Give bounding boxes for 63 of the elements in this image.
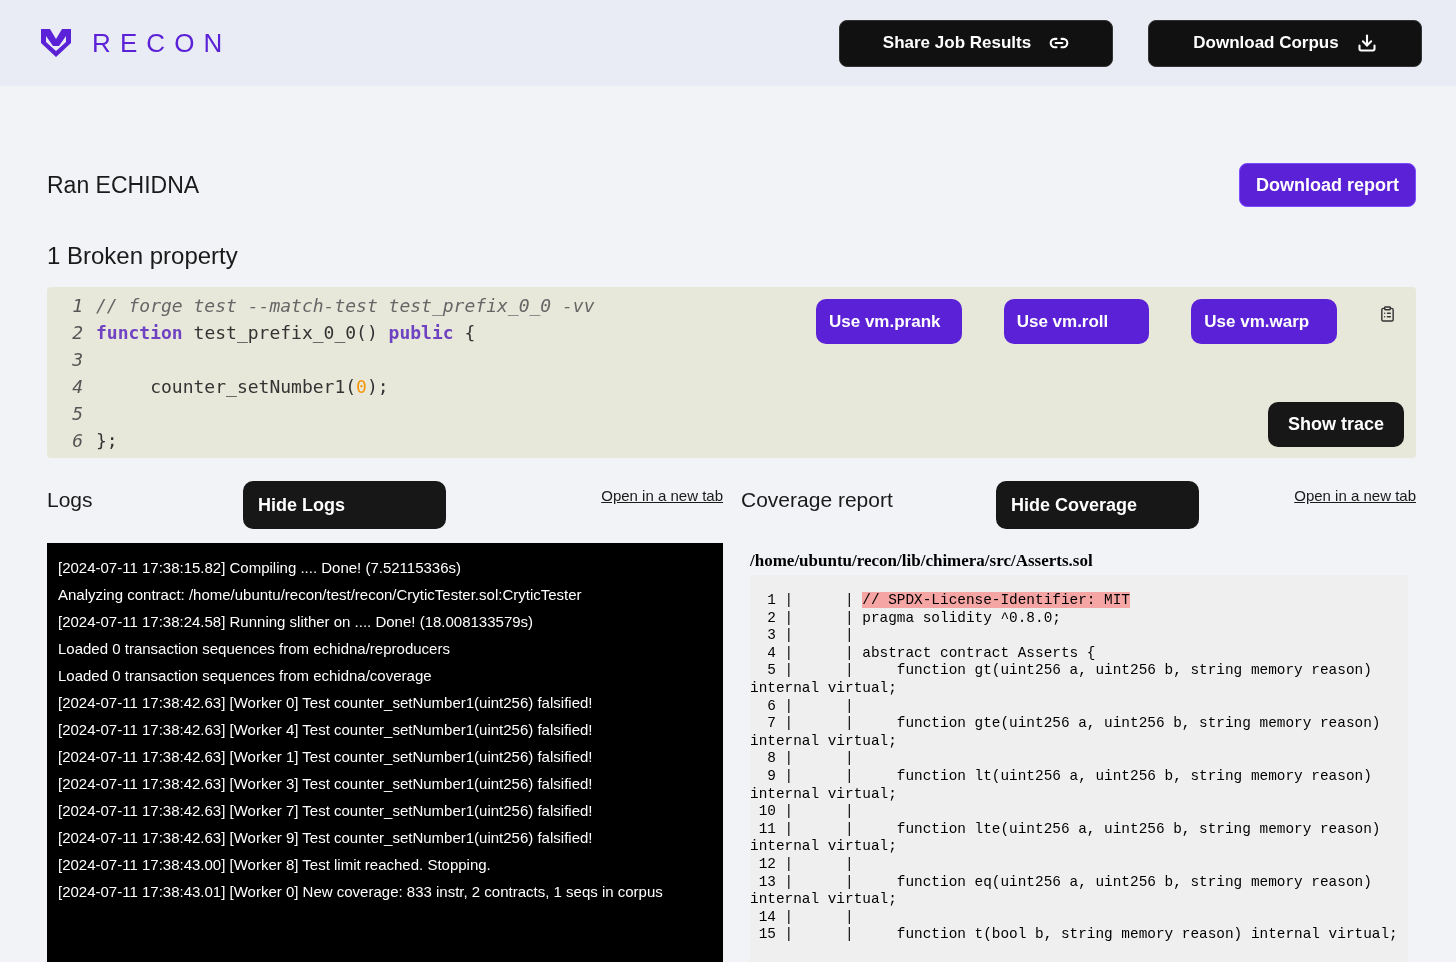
code-line: 7 | | function gte(uint256 a, uint256 b, string memory reason) internal virtual;	[750, 715, 1382, 751]
action-button[interactable]: Use vm.roll	[1003, 299, 1150, 344]
line-number: 5	[71, 402, 83, 426]
line-number: 2	[71, 321, 83, 345]
open-new-tab-link[interactable]: Open in a new tab	[601, 485, 723, 508]
code-token: test_prefix_0_0()	[192, 321, 379, 345]
download-report-button[interactable]: Download report	[1239, 163, 1416, 207]
log-line: [2024-07-11 17:38:43.01] [Worker 0] New coverage: 833 instr, 2 contracts, 1 seqs in corpus	[58, 882, 664, 902]
code-token: function	[96, 321, 183, 345]
code-token: };	[96, 429, 118, 453]
shield-logo-icon	[41, 29, 71, 57]
code-line: 2 | | pragma solidity ^0.8.0;	[766, 609, 1062, 628]
section-title: Coverage report	[741, 487, 894, 513]
line-number: 4	[71, 375, 83, 399]
code-token: {	[463, 321, 476, 345]
header-button[interactable]: Share Job Results	[839, 19, 1113, 67]
job-title: Ran ECHIDNA	[47, 170, 200, 200]
log-line: [2024-07-11 17:38:42.63] [Worker 7] Test counter_setNumber1(uint256) falsified!	[58, 801, 594, 821]
header-button[interactable]: Download Corpus	[1148, 19, 1422, 67]
log-line: [2024-07-11 17:38:42.63] [Worker 0] Test counter_setNumber1(uint256) falsified!	[58, 693, 594, 713]
code-line: 1 | | // SPDX-License-Identifier: MIT	[766, 592, 1131, 610]
log-line: [2024-07-11 17:38:42.63] [Worker 9] Test counter_setNumber1(uint256) falsified!	[58, 828, 594, 848]
log-line: Loaded 0 transaction sequences from echidna/reproducers	[58, 639, 451, 659]
line-number: 6	[71, 429, 83, 453]
code-token: // forge test --match-test test_prefix_0_0 -vv	[96, 294, 595, 318]
log-line: [2024-07-11 17:38:15.82] Compiling .... Done! (7.52115336s)	[58, 558, 463, 578]
code-token: counter_setNumber1(	[149, 375, 357, 399]
code-token: public	[388, 321, 454, 345]
code-token: );	[366, 375, 389, 399]
code-line: 5 | | function gt(uint256 a, uint256 b, string memory reason) internal virtual;	[750, 662, 1373, 698]
download-icon	[1356, 33, 1377, 53]
code-line: 10 | |	[757, 803, 855, 821]
code-line: 3 | |	[766, 627, 855, 645]
line-number: 1	[71, 294, 83, 318]
code-line: 9 | | function lt(uint256 a, uint256 b, string memory reason) internal virtual;	[750, 767, 1373, 804]
log-line: Loaded 0 transaction sequences from echidna/coverage	[58, 666, 433, 686]
open-new-tab-link[interactable]: Open in a new tab	[1294, 485, 1416, 508]
code-line: 6 | |	[766, 697, 855, 716]
log-line: [2024-07-11 17:38:43.00] [Worker 8] Test limit reached. Stopping.	[58, 855, 492, 875]
code-line: 13 | | function eq(uint256 a, uint256 b, string memory reason) internal virtual;	[750, 873, 1373, 909]
file-path: /home/ubuntu/recon/lib/chimera/src/Asserts.sol	[750, 551, 1094, 571]
clipboard-icon[interactable]	[1379, 305, 1396, 323]
line-number: 3	[71, 348, 83, 372]
log-line: Analyzing contract: /home/ubuntu/recon/test/recon/CryticTester.sol:CryticTester	[58, 585, 583, 605]
code-line: 11 | | function lte(uint256 a, uint256 b, string memory reason) internal virtual;	[750, 820, 1382, 856]
brand-name: RECON	[92, 26, 232, 60]
toggle-button[interactable]: Hide Logs	[243, 481, 446, 529]
log-line: [2024-07-11 17:38:42.63] [Worker 3] Test counter_setNumber1(uint256) falsified!	[58, 774, 594, 794]
log-line: [2024-07-11 17:38:24.58] Running slither on .... Done! (18.008133579s)	[58, 612, 535, 632]
action-button[interactable]: Use vm.warp	[1191, 299, 1337, 344]
action-button[interactable]: Use vm.prank	[816, 299, 962, 344]
log-line: [2024-07-11 17:38:42.63] [Worker 1] Test counter_setNumber1(uint256) falsified!	[58, 747, 594, 767]
code-line: 8 | |	[766, 750, 855, 768]
toggle-button[interactable]: Hide Coverage	[996, 481, 1199, 529]
code-line: 14 | |	[757, 908, 855, 927]
code-line: 12 | |	[757, 855, 855, 874]
code-line: 4 | | abstract contract Asserts {	[766, 644, 1097, 663]
code-token: 0	[356, 375, 367, 399]
log-line: [2024-07-11 17:38:42.63] [Worker 4] Test counter_setNumber1(uint256) falsified!	[58, 720, 594, 740]
section-title: Logs	[47, 487, 94, 513]
code-line: 15 | | function t(bool b, string memory reason) internal virtual;	[757, 926, 1399, 944]
show-trace-button[interactable]: Show trace	[1268, 402, 1404, 447]
broken-property-heading: 1 Broken property	[47, 241, 239, 271]
